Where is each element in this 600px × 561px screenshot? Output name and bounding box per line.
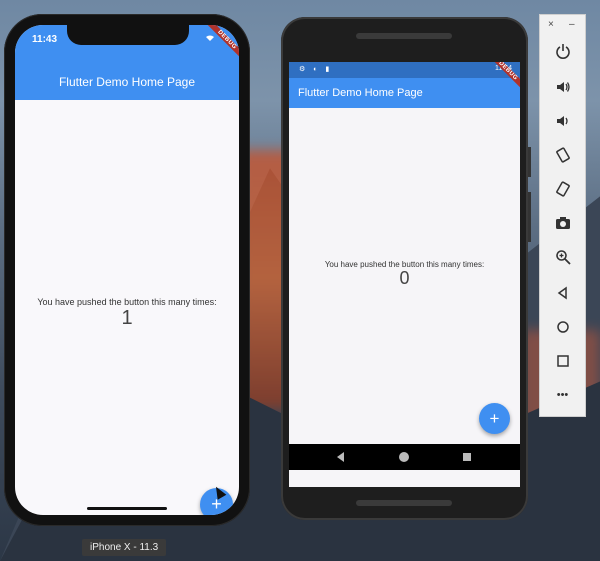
rotate-left-icon[interactable]	[540, 147, 585, 163]
nav-back-icon[interactable]	[337, 452, 344, 462]
android-app-title: Flutter Demo Home Page	[298, 87, 423, 99]
android-screen: ⚙ ◐ ▮ 11:44 Flutter Demo Home Page DEBUG…	[289, 62, 520, 487]
ios-status-time: 11:43	[32, 34, 58, 45]
volume-up-icon[interactable]	[540, 79, 585, 95]
android-power-key	[528, 147, 531, 177]
nav-recents-icon[interactable]	[463, 453, 471, 461]
iphone-notch	[67, 25, 189, 45]
wifi-icon	[205, 34, 215, 44]
toolbar-close-button[interactable]: ×	[548, 19, 554, 30]
android-bottom-speaker	[356, 500, 452, 506]
android-navigation-bar	[289, 444, 520, 470]
overview-icon[interactable]	[540, 353, 585, 369]
android-emulator: ⚙ ◐ ▮ 11:44 Flutter Demo Home Page DEBUG…	[281, 17, 531, 520]
emulator-toolbar: × – •••	[539, 14, 586, 417]
zoom-icon[interactable]	[540, 249, 585, 265]
android-top-speaker	[356, 33, 452, 39]
ios-app-title: Flutter Demo Home Page	[58, 75, 196, 89]
android-app-bar: Flutter Demo Home Page	[289, 78, 520, 108]
debug-banner: DEBUG	[203, 25, 239, 64]
toolbar-minimize-button[interactable]: –	[569, 19, 575, 30]
android-volume-key	[528, 192, 531, 242]
simulator-caption: iPhone X - 11.3	[82, 539, 167, 556]
android-counter-value: 0	[399, 268, 410, 288]
iphone-screen: 11:43 DEBUG Flutter Demo Home Page You h…	[15, 25, 239, 515]
status-notification-icons: ⚙ ◐ ▮	[299, 66, 333, 73]
home-icon[interactable]	[540, 319, 585, 335]
camera-icon[interactable]	[540, 215, 585, 231]
power-icon[interactable]	[540, 43, 585, 59]
android-status-bar: ⚙ ◐ ▮ 11:44	[289, 62, 520, 78]
ios-counter-label: You have pushed the button this many tim…	[37, 297, 217, 307]
android-increment-button[interactable]: +	[479, 403, 510, 434]
more-icon[interactable]: •••	[540, 389, 585, 401]
ios-home-indicator[interactable]	[87, 507, 167, 510]
ios-counter-value: 1	[121, 307, 133, 329]
rotate-right-icon[interactable]	[540, 181, 585, 197]
volume-down-icon[interactable]	[540, 113, 585, 129]
back-icon[interactable]	[540, 285, 585, 301]
iphone-simulator: 11:43 DEBUG Flutter Demo Home Page You h…	[4, 14, 250, 526]
nav-home-icon[interactable]	[399, 452, 409, 462]
